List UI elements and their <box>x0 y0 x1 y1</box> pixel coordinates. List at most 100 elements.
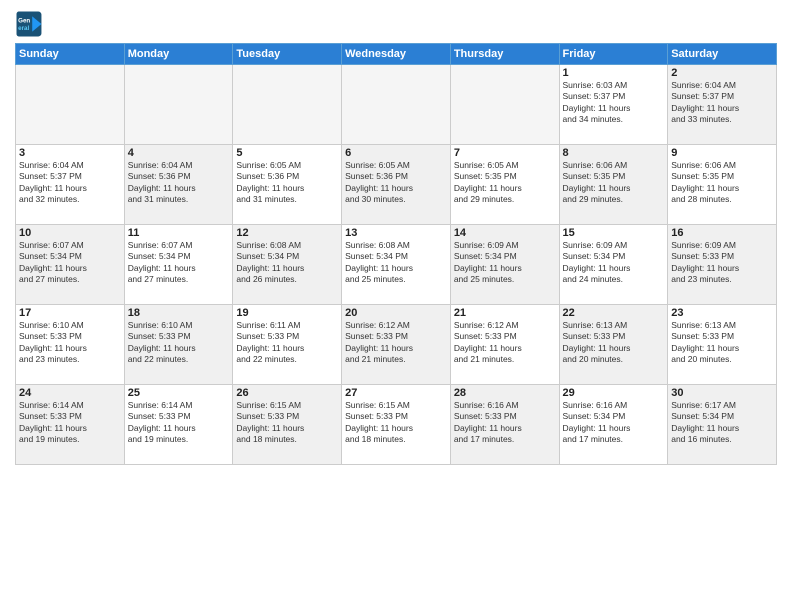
week-row-2: 3Sunrise: 6:04 AM Sunset: 5:37 PM Daylig… <box>16 145 777 225</box>
calendar-cell: 22Sunrise: 6:13 AM Sunset: 5:33 PM Dayli… <box>559 305 668 385</box>
day-info: Sunrise: 6:15 AM Sunset: 5:33 PM Dayligh… <box>236 400 338 446</box>
day-number: 2 <box>671 67 773 79</box>
calendar-cell: 27Sunrise: 6:15 AM Sunset: 5:33 PM Dayli… <box>342 385 451 465</box>
day-number: 9 <box>671 147 773 159</box>
week-row-3: 10 Sunrise: 6:07 AM Sunset: 5:34 PM Dayli… <box>16 225 777 305</box>
day-info: Sunrise: 6:10 AM Sunset: 5:33 PM Dayligh… <box>128 320 230 366</box>
day-info: Sunrise: 6:12 AM Sunset: 5:33 PM Dayligh… <box>345 320 447 366</box>
day-number: 6 <box>345 147 447 159</box>
calendar-cell: 16Sunrise: 6:09 AM Sunset: 5:33 PM Dayli… <box>668 225 777 305</box>
calendar-cell <box>450 65 559 145</box>
day-header-monday: Monday <box>124 44 233 65</box>
calendar-cell: 4Sunrise: 6:04 AM Sunset: 5:36 PM Daylig… <box>124 145 233 225</box>
day-number: 28 <box>454 387 556 399</box>
calendar-cell: 28Sunrise: 6:16 AM Sunset: 5:33 PM Dayli… <box>450 385 559 465</box>
day-number: 14 <box>454 227 556 239</box>
day-info: Sunrise: 6:05 AM Sunset: 5:36 PM Dayligh… <box>236 160 338 206</box>
calendar-cell: 20Sunrise: 6:12 AM Sunset: 5:33 PM Dayli… <box>342 305 451 385</box>
day-info: Sunrise: 6:13 AM Sunset: 5:33 PM Dayligh… <box>563 320 665 366</box>
calendar-cell: 8Sunrise: 6:06 AM Sunset: 5:35 PM Daylig… <box>559 145 668 225</box>
day-info: Sunrise: 6:15 AM Sunset: 5:33 PM Dayligh… <box>345 400 447 446</box>
week-row-5: 24Sunrise: 6:14 AM Sunset: 5:33 PM Dayli… <box>16 385 777 465</box>
page: Gen eral SundayMondayTuesdayWednesdayThu… <box>0 0 792 612</box>
day-info: Sunrise: 6:12 AM Sunset: 5:33 PM Dayligh… <box>454 320 556 366</box>
calendar-cell: 2Sunrise: 6:04 AM Sunset: 5:37 PM Daylig… <box>668 65 777 145</box>
day-info: Sunrise: 6:06 AM Sunset: 5:35 PM Dayligh… <box>671 160 773 206</box>
day-info: Sunrise: 6:11 AM Sunset: 5:33 PM Dayligh… <box>236 320 338 366</box>
calendar-cell: 15Sunrise: 6:09 AM Sunset: 5:34 PM Dayli… <box>559 225 668 305</box>
day-number: 26 <box>236 387 338 399</box>
day-header-sunday: Sunday <box>16 44 125 65</box>
day-number: 17 <box>19 307 121 319</box>
day-info: Sunrise: 6:17 AM Sunset: 5:34 PM Dayligh… <box>671 400 773 446</box>
day-info: Sunrise: 6:14 AM Sunset: 5:33 PM Dayligh… <box>128 400 230 446</box>
header: Gen eral <box>15 10 777 38</box>
calendar-cell: 23Sunrise: 6:13 AM Sunset: 5:33 PM Dayli… <box>668 305 777 385</box>
day-info: Sunrise: 6:08 AM Sunset: 5:34 PM Dayligh… <box>236 240 338 286</box>
day-number: 21 <box>454 307 556 319</box>
day-info: Sunrise: 6:10 AM Sunset: 5:33 PM Dayligh… <box>19 320 121 366</box>
day-info: Sunrise: 6:14 AM Sunset: 5:33 PM Dayligh… <box>19 400 121 446</box>
day-number: 19 <box>236 307 338 319</box>
calendar-cell <box>342 65 451 145</box>
day-info: Sunrise: 6:06 AM Sunset: 5:35 PM Dayligh… <box>563 160 665 206</box>
calendar-cell: 29Sunrise: 6:16 AM Sunset: 5:34 PM Dayli… <box>559 385 668 465</box>
day-number: 16 <box>671 227 773 239</box>
day-info: Sunrise: 6:09 AM Sunset: 5:33 PM Dayligh… <box>671 240 773 286</box>
calendar-cell: 3Sunrise: 6:04 AM Sunset: 5:37 PM Daylig… <box>16 145 125 225</box>
day-number: 11 <box>128 227 230 239</box>
day-info: Sunrise: 6:04 AM Sunset: 5:37 PM Dayligh… <box>19 160 121 206</box>
day-info: Sunrise: 6:13 AM Sunset: 5:33 PM Dayligh… <box>671 320 773 366</box>
calendar-cell <box>124 65 233 145</box>
day-header-tuesday: Tuesday <box>233 44 342 65</box>
day-info: Sunrise: 6:04 AM Sunset: 5:36 PM Dayligh… <box>128 160 230 206</box>
day-info: Sunrise: 6:07 AM Sunset: 5:34 PM Dayligh… <box>128 240 230 286</box>
day-number: 10 <box>19 227 121 239</box>
calendar-cell: 26Sunrise: 6:15 AM Sunset: 5:33 PM Dayli… <box>233 385 342 465</box>
day-info: Sunrise: 6:09 AM Sunset: 5:34 PM Dayligh… <box>563 240 665 286</box>
day-header-wednesday: Wednesday <box>342 44 451 65</box>
day-number: 29 <box>563 387 665 399</box>
day-header-row: SundayMondayTuesdayWednesdayThursdayFrid… <box>16 44 777 65</box>
day-header-saturday: Saturday <box>668 44 777 65</box>
calendar-cell: 6Sunrise: 6:05 AM Sunset: 5:36 PM Daylig… <box>342 145 451 225</box>
day-number: 15 <box>563 227 665 239</box>
day-info: Sunrise: 6:16 AM Sunset: 5:33 PM Dayligh… <box>454 400 556 446</box>
calendar-cell: 24Sunrise: 6:14 AM Sunset: 5:33 PM Dayli… <box>16 385 125 465</box>
day-number: 13 <box>345 227 447 239</box>
day-info: Sunrise: 6:05 AM Sunset: 5:35 PM Dayligh… <box>454 160 556 206</box>
day-number: 8 <box>563 147 665 159</box>
calendar-cell: 5Sunrise: 6:05 AM Sunset: 5:36 PM Daylig… <box>233 145 342 225</box>
calendar-cell: 19Sunrise: 6:11 AM Sunset: 5:33 PM Dayli… <box>233 305 342 385</box>
logo-icon: Gen eral <box>15 10 43 38</box>
day-info: Sunrise: 6:04 AM Sunset: 5:37 PM Dayligh… <box>671 80 773 126</box>
calendar-cell: 30Sunrise: 6:17 AM Sunset: 5:34 PM Dayli… <box>668 385 777 465</box>
day-number: 18 <box>128 307 230 319</box>
calendar-cell: 12Sunrise: 6:08 AM Sunset: 5:34 PM Dayli… <box>233 225 342 305</box>
day-number: 23 <box>671 307 773 319</box>
calendar-cell: 17Sunrise: 6:10 AM Sunset: 5:33 PM Dayli… <box>16 305 125 385</box>
day-number: 25 <box>128 387 230 399</box>
svg-text:eral: eral <box>18 25 29 32</box>
day-number: 24 <box>19 387 121 399</box>
day-info: Sunrise: 6:03 AM Sunset: 5:37 PM Dayligh… <box>563 80 665 126</box>
day-info: Sunrise: 6:16 AM Sunset: 5:34 PM Dayligh… <box>563 400 665 446</box>
calendar-cell: 14Sunrise: 6:09 AM Sunset: 5:34 PM Dayli… <box>450 225 559 305</box>
day-number: 7 <box>454 147 556 159</box>
day-number: 12 <box>236 227 338 239</box>
calendar-cell <box>16 65 125 145</box>
calendar-cell: 1Sunrise: 6:03 AM Sunset: 5:37 PM Daylig… <box>559 65 668 145</box>
calendar-cell: 7Sunrise: 6:05 AM Sunset: 5:35 PM Daylig… <box>450 145 559 225</box>
day-number: 5 <box>236 147 338 159</box>
day-number: 1 <box>563 67 665 79</box>
svg-text:Gen: Gen <box>18 17 30 24</box>
week-row-1: 1Sunrise: 6:03 AM Sunset: 5:37 PM Daylig… <box>16 65 777 145</box>
calendar-cell: 21Sunrise: 6:12 AM Sunset: 5:33 PM Dayli… <box>450 305 559 385</box>
calendar-cell: 25Sunrise: 6:14 AM Sunset: 5:33 PM Dayli… <box>124 385 233 465</box>
calendar-cell <box>233 65 342 145</box>
day-number: 30 <box>671 387 773 399</box>
calendar-cell: 18Sunrise: 6:10 AM Sunset: 5:33 PM Dayli… <box>124 305 233 385</box>
day-number: 4 <box>128 147 230 159</box>
day-number: 22 <box>563 307 665 319</box>
calendar-table: SundayMondayTuesdayWednesdayThursdayFrid… <box>15 43 777 465</box>
